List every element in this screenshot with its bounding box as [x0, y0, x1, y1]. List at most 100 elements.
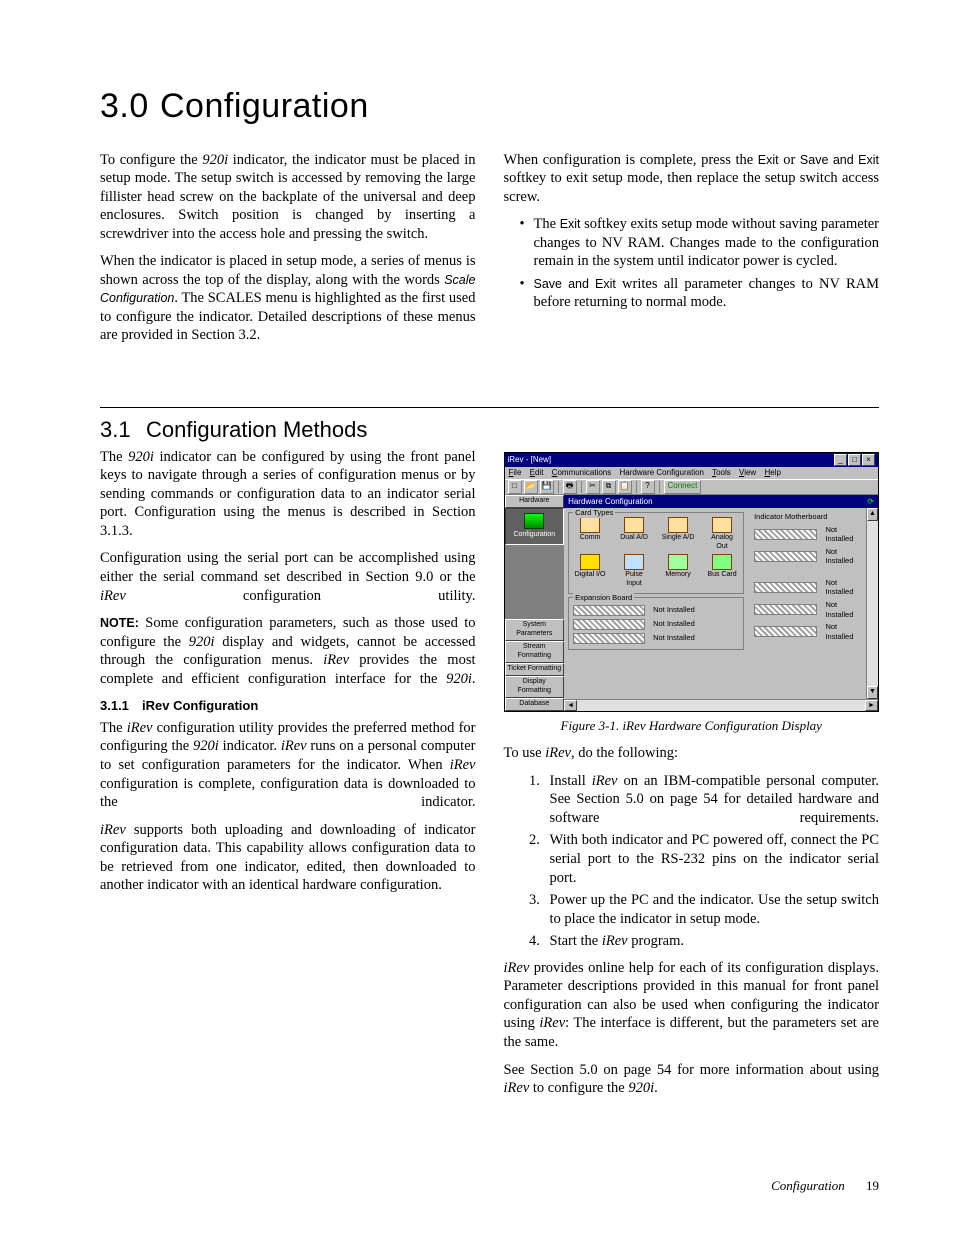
subsection-title: iRev Configuration: [142, 698, 258, 713]
intro-right-p1: When configuration is complete, press th…: [504, 151, 880, 207]
sec31-p2: Configuration using the serial port can …: [100, 549, 476, 605]
new-icon[interactable]: □: [508, 480, 522, 494]
sec311-p1: The iRev configuration utility provides …: [100, 719, 476, 812]
expansion-board-group: Expansion Board Not Installed Not Instal…: [568, 597, 744, 650]
paste-icon[interactable]: 📋: [618, 480, 632, 494]
irev-screenshot: iRev - [New] _□× File Edit Communication…: [504, 452, 880, 712]
intro-bullet-2: Save and Exit writes all parameter chang…: [534, 275, 880, 312]
section-3-1-heading: 3.1Configuration Methods: [100, 416, 879, 444]
sidebar-item[interactable]: Display Formatting: [505, 676, 565, 698]
figure-caption: Figure 3-1. iRev Hardware Configuration …: [504, 718, 880, 735]
save-icon[interactable]: 💾: [540, 480, 554, 494]
sidebar: Hardware Configuration System Parameters…: [505, 495, 565, 711]
usage-step-4: Start the iRev program.: [544, 932, 880, 951]
maximize-icon[interactable]: □: [848, 454, 861, 466]
slot[interactable]: [754, 582, 817, 593]
cut-icon[interactable]: ✂: [586, 480, 600, 494]
card-icon[interactable]: Comm: [573, 517, 607, 552]
card-icon[interactable]: Analog Out: [705, 517, 739, 552]
menubar[interactable]: File Edit Communications Hardware Config…: [505, 467, 879, 479]
menu-comm[interactable]: Communications: [552, 468, 612, 477]
menu-file[interactable]: File: [509, 468, 522, 477]
sec311-p2: iRev supports both uploading and downloa…: [100, 821, 476, 895]
config-icon: [524, 513, 544, 529]
sec31-note: NOTE: Some configuration parameters, suc…: [100, 614, 476, 688]
chapter-heading: 3.0Configuration: [100, 85, 879, 129]
slot[interactable]: [754, 626, 817, 637]
card-icon[interactable]: Memory: [661, 554, 695, 589]
section-columns: The 920i indicator can be configured by …: [100, 448, 879, 1178]
scroll-up-icon[interactable]: ▲: [867, 508, 878, 521]
section-number: 3.1: [100, 416, 146, 444]
card-icon[interactable]: Dual A/D: [617, 517, 651, 552]
content-titlebar: Hardware Configuration ⟳: [564, 495, 878, 508]
sidebar-tab-hardware[interactable]: Hardware: [505, 495, 565, 508]
copy-icon[interactable]: ⧉: [602, 480, 616, 494]
card-icon[interactable]: Single A/D: [661, 517, 695, 552]
group-label: Card Types: [573, 508, 615, 518]
print-icon[interactable]: 🖶: [563, 480, 577, 494]
menu-edit[interactable]: Edit: [530, 468, 544, 477]
usage-last: See Section 5.0 on page 54 for more info…: [504, 1061, 880, 1098]
connect-icon[interactable]: Connect: [664, 480, 702, 494]
slot[interactable]: [573, 619, 645, 630]
sidebar-item[interactable]: Database: [505, 698, 565, 711]
card-types-group: Card Types Comm Dual A/D Single A/D Anal…: [568, 512, 744, 594]
section-rule: [100, 407, 879, 408]
open-icon[interactable]: 📂: [524, 480, 538, 494]
footer-label: Configuration: [771, 1178, 845, 1193]
minimize-icon[interactable]: _: [834, 454, 847, 466]
slot[interactable]: [573, 633, 645, 644]
intro-p2: When the indicator is placed in setup mo…: [100, 252, 476, 345]
content-title: Hardware Configuration: [568, 495, 653, 508]
scroll-left-icon[interactable]: ◄: [564, 700, 577, 711]
vertical-scrollbar[interactable]: ▲ ▼: [866, 508, 878, 699]
chapter-title: Configuration: [160, 87, 369, 125]
slot[interactable]: [573, 605, 645, 616]
intro-bullets: The Exit softkey exits setup mode withou…: [504, 215, 880, 312]
motherboard-label: Indicator Motherboard: [754, 512, 862, 522]
refresh-icon[interactable]: ⟳: [867, 495, 874, 508]
scroll-right-icon[interactable]: ►: [865, 700, 878, 711]
menu-help[interactable]: Help: [764, 468, 780, 477]
intro-columns: To configure the 920i indicator, the ind…: [100, 151, 879, 401]
page-footer: Configuration 19: [771, 1178, 879, 1195]
scroll-down-icon[interactable]: ▼: [867, 686, 878, 699]
usage-step-3: Power up the PC and the indicator. Use t…: [544, 891, 880, 928]
sidebar-item[interactable]: System Parameters: [505, 619, 565, 641]
window-buttons: _□×: [833, 453, 875, 467]
window-title: iRev - [New]: [508, 453, 552, 467]
usage-steps: Install iRev on an IBM-compatible person…: [504, 772, 880, 951]
sidebar-item[interactable]: Ticket Formatting: [505, 663, 565, 676]
menu-hwconf[interactable]: Hardware Configuration: [620, 468, 705, 477]
close-icon[interactable]: ×: [862, 454, 875, 466]
usage-after: iRev provides online help for each of it…: [504, 959, 880, 1052]
slot[interactable]: [754, 604, 817, 615]
menu-tools[interactable]: Tools: [712, 468, 731, 477]
toolbar: □ 📂 💾 🖶 ✂ ⧉ 📋 ? Connect: [505, 479, 879, 495]
slot[interactable]: [754, 551, 817, 562]
usage-step-2: With both indicator and PC powered off, …: [544, 831, 880, 887]
sidebar-item-configuration[interactable]: Configuration: [505, 508, 565, 545]
section-3-1-1-heading: 3.1.1iRev Configuration: [100, 698, 476, 715]
page-number: 19: [866, 1178, 879, 1193]
intro-p1: To configure the 920i indicator, the ind…: [100, 151, 476, 244]
sidebar-item[interactable]: Stream Formatting: [505, 641, 565, 663]
horizontal-scrollbar[interactable]: ◄ ►: [564, 699, 878, 711]
section-title: Configuration Methods: [146, 417, 367, 442]
group-label: Expansion Board: [573, 593, 634, 603]
figure-3-1: iRev - [New] _□× File Edit Communication…: [504, 452, 880, 735]
intro-bullet-1: The Exit softkey exits setup mode withou…: [534, 215, 880, 271]
window-titlebar: iRev - [New] _□×: [505, 453, 879, 467]
card-icon[interactable]: Pulse Input: [617, 554, 651, 589]
card-icon[interactable]: Bus Card: [705, 554, 739, 589]
help-icon[interactable]: ?: [641, 480, 655, 494]
chapter-number: 3.0: [100, 85, 160, 129]
subsection-number: 3.1.1: [100, 698, 142, 715]
usage-lead: To use iRev, do the following:: [504, 744, 880, 763]
menu-view[interactable]: View: [739, 468, 756, 477]
content-area: Hardware Configuration ⟳ Card Types Com: [564, 495, 878, 711]
slot[interactable]: [754, 529, 817, 540]
card-icon[interactable]: Digital I/O: [573, 554, 607, 589]
usage-step-1: Install iRev on an IBM-compatible person…: [544, 772, 880, 828]
